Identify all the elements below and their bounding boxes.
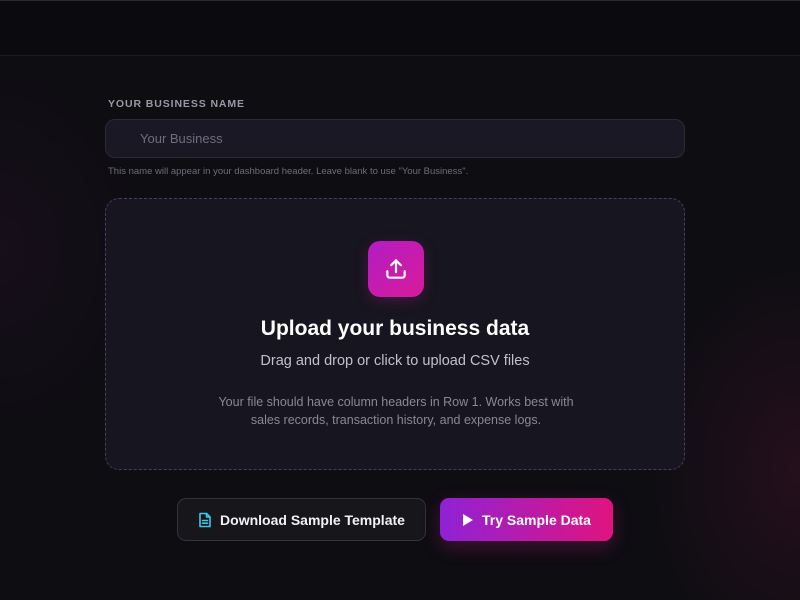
try-sample-data-label: Try Sample Data [482, 511, 591, 528]
upload-subtitle: Drag and drop or click to upload CSV fil… [260, 353, 530, 369]
page: Your Business Name This name will appear… [0, 0, 800, 600]
business-name-helper: This name will appear in your dashboard … [108, 166, 469, 177]
download-template-button[interactable]: Download Sample Template [177, 498, 426, 541]
business-name-label: Your Business Name [108, 98, 245, 110]
try-sample-data-button[interactable]: Try Sample Data [440, 498, 613, 541]
download-template-label: Download Sample Template [220, 511, 405, 528]
document-icon [198, 512, 212, 528]
top-bar [0, 0, 800, 56]
play-icon [462, 513, 474, 527]
business-name-input[interactable] [105, 119, 685, 158]
upload-icon [368, 241, 424, 297]
upload-dropzone[interactable]: Upload your business data Drag and drop … [105, 198, 685, 470]
upload-title: Upload your business data [260, 317, 530, 340]
upload-hint: Your file should have column headers in … [218, 395, 574, 427]
